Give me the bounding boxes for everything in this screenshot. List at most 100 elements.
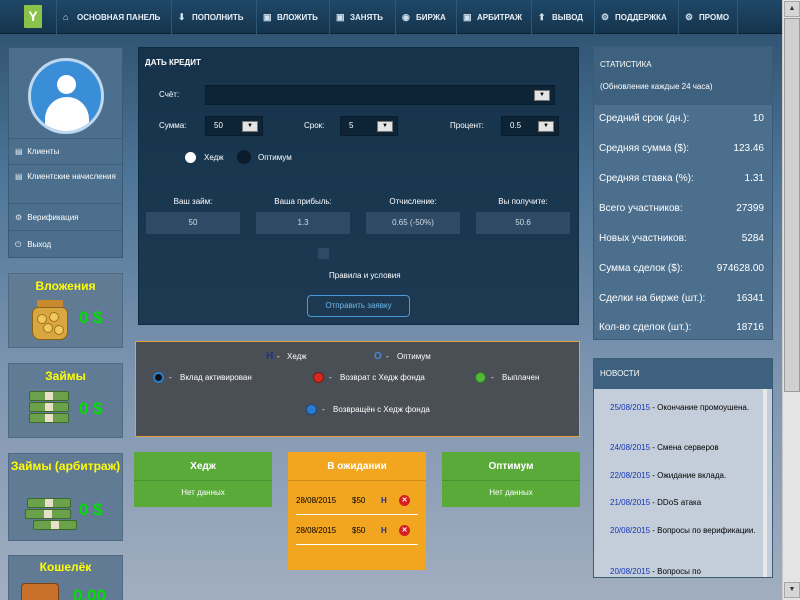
terms-checkbox[interactable] bbox=[317, 247, 330, 260]
stat-row: Новых участников: 5284 bbox=[599, 233, 764, 244]
scroll-down-arrow-icon[interactable]: ▼ bbox=[784, 582, 800, 598]
loans-box[interactable]: Займы 0 $ bbox=[8, 363, 123, 438]
pending-column: В ожидании 28/08/2015 $50 H ✕ 28/08/2015… bbox=[288, 452, 426, 570]
hedge-mark: H bbox=[266, 351, 274, 362]
account-label: Счёт: bbox=[159, 90, 180, 99]
user-head-icon bbox=[57, 75, 76, 94]
loans-arbitrage-box[interactable]: Займы (арбитраж) 0 $ bbox=[8, 453, 123, 541]
nav-borrow[interactable]: ▣ ЗАНЯТЬ bbox=[329, 0, 383, 34]
loan-value: 50 bbox=[146, 212, 240, 234]
paid-icon bbox=[475, 372, 486, 383]
term-select[interactable]: 5 ▼ bbox=[340, 116, 398, 136]
chevron-down-icon[interactable]: ▼ bbox=[538, 121, 554, 132]
hedge-column-title: Хедж bbox=[134, 452, 272, 481]
legend-panel: H - Хедж O - Оптимум - Вклад активирован… bbox=[135, 341, 580, 437]
stat-row: Средний срок (дн.): 10 bbox=[599, 113, 764, 124]
term-label: Срок: bbox=[304, 121, 325, 130]
home-icon: ⌂ bbox=[63, 12, 69, 22]
news-item[interactable]: 20/08/2015 - Вопросы по bbox=[610, 565, 760, 577]
legend-returned: Возвращён с Хедж фонда bbox=[333, 405, 430, 414]
profit-label: Ваша прибыль: bbox=[274, 197, 332, 206]
stat-row: Средняя сумма ($): 123.46 bbox=[599, 143, 764, 154]
nav-exchange[interactable]: ◉ БИРЖА bbox=[395, 0, 446, 34]
sum-select[interactable]: 50 ▼ bbox=[205, 116, 263, 136]
legend-paid: Выплачен bbox=[502, 373, 540, 382]
globe-icon: ◉ bbox=[402, 12, 410, 22]
chart-icon: ▤ bbox=[15, 172, 23, 181]
user-body-icon bbox=[45, 97, 89, 131]
radio-hedge[interactable] bbox=[185, 152, 196, 163]
stat-row: Кол-во сделок (шт.): 18716 bbox=[599, 322, 764, 333]
submit-request-button[interactable]: Отправить заявку bbox=[307, 295, 410, 317]
account-select[interactable]: ▼ bbox=[205, 85, 555, 105]
page-scrollbar[interactable]: ▲ ▼ bbox=[782, 0, 800, 600]
legend-activated: Вклад активирован bbox=[180, 373, 252, 382]
news-item[interactable]: 22/08/2015 - Ожидание вклада. bbox=[610, 469, 760, 482]
wallet-box[interactable]: Кошелёк 0.00 bbox=[8, 555, 123, 600]
loans-amount: 0 $ bbox=[79, 399, 103, 418]
terms-link[interactable]: Правила и условия bbox=[329, 271, 401, 280]
gears-icon: ⚙ bbox=[601, 12, 610, 22]
receive-value: 50.6 bbox=[476, 212, 570, 234]
chevron-down-icon[interactable]: ▼ bbox=[242, 121, 258, 132]
wallet-title: Кошелёк bbox=[39, 560, 92, 574]
nav-main-panel[interactable]: ⌂ ОСНОВНАЯ ПАНЕЛЬ bbox=[56, 0, 160, 34]
optimum-empty: Нет данных bbox=[489, 488, 533, 497]
loans-arbitrage-amount: 0 $ bbox=[79, 500, 103, 519]
top-navigation: Y ⌂ ОСНОВНАЯ ПАНЕЛЬ ⬇ ПОПОЛНИТЬ ▣ ВЛОЖИТЬ ▣… bbox=[0, 0, 782, 34]
loans-arbitrage-title: Займы (арбитраж) bbox=[10, 459, 121, 473]
pending-deal-row[interactable]: 28/08/2015 $50 H ✕ bbox=[296, 517, 418, 545]
scroll-thumb[interactable] bbox=[784, 18, 800, 392]
cancel-icon[interactable]: ✕ bbox=[399, 495, 410, 506]
cancel-icon[interactable]: ✕ bbox=[399, 525, 410, 536]
panel-title: ДАТЬ КРЕДИТ bbox=[145, 58, 201, 67]
nav-support[interactable]: ⚙ ПОДДЕРЖКА bbox=[594, 0, 667, 34]
nav-promo[interactable]: ⚙ ПРОМО bbox=[678, 0, 739, 34]
stat-row: Сделки на бирже (шт.): 16341 bbox=[599, 293, 764, 304]
logo[interactable]: Y bbox=[24, 5, 42, 28]
avatar[interactable] bbox=[28, 58, 104, 134]
deduction-label: Отчисление: bbox=[389, 197, 437, 206]
chart-icon: ▤ bbox=[15, 147, 23, 156]
statistics-panel: СТАТИСТИКА (Обновление каждые 24 часа) С… bbox=[593, 46, 773, 340]
stat-row: Сумма сделок ($): 974628.00 bbox=[599, 263, 764, 274]
money-icon: ▣ bbox=[263, 12, 272, 22]
deduction-value: 0.65 (-50%) bbox=[366, 212, 460, 234]
investments-title: Вложения bbox=[35, 279, 96, 293]
percent-select[interactable]: 0.5 ▼ bbox=[501, 116, 559, 136]
sidebar-item-verification[interactable]: ⚙ Верификация bbox=[9, 203, 122, 230]
optimum-column-title: Оптимум bbox=[442, 452, 580, 481]
hedge-return-icon bbox=[313, 372, 324, 383]
chevron-down-icon[interactable]: ▼ bbox=[377, 121, 393, 132]
news-panel: НОВОСТИ 25/08/2015 - Окончание промоушен… bbox=[593, 358, 773, 578]
loan-label: Ваш займ: bbox=[173, 197, 213, 206]
download-icon: ⬇ bbox=[178, 12, 186, 22]
nav-invest[interactable]: ▣ ВЛОЖИТЬ bbox=[256, 0, 318, 34]
news-item[interactable]: 25/08/2015 - Окончание промоушена. bbox=[610, 401, 760, 414]
profit-value: 1.3 bbox=[256, 212, 350, 234]
news-list[interactable]: 25/08/2015 - Окончание промоушена. 24/08… bbox=[594, 389, 772, 577]
statistics-subtitle: (Обновление каждые 24 часа) bbox=[600, 82, 713, 91]
news-item[interactable]: 20/08/2015 - Вопросы по верификации. bbox=[610, 524, 760, 537]
nav-withdraw[interactable]: ⬆ ВЫВОД bbox=[531, 0, 583, 34]
investments-box[interactable]: Вложения 0 $ bbox=[8, 273, 123, 348]
loans-title: Займы bbox=[45, 369, 86, 383]
statistics-title: СТАТИСТИКА bbox=[600, 60, 652, 69]
nav-arbitrage[interactable]: ▣ АРБИТРАЖ bbox=[456, 0, 522, 34]
sidebar-item-clients[interactable]: ▤ Клиенты bbox=[9, 138, 122, 164]
upload-icon: ⬆ bbox=[538, 12, 546, 22]
news-item[interactable]: 24/08/2015 - Смена серверов bbox=[610, 441, 760, 454]
chevron-down-icon[interactable]: ▼ bbox=[534, 90, 550, 101]
radio-optimum[interactable] bbox=[237, 150, 251, 164]
hedge-empty: Нет данных bbox=[181, 488, 225, 497]
sidebar-item-logout[interactable]: ⏻ Выход bbox=[9, 230, 122, 257]
nav-deposit[interactable]: ⬇ ПОПОЛНИТЬ bbox=[171, 0, 244, 34]
sidebar-item-client-accruals[interactable]: ▤ Клиентские начисления bbox=[9, 164, 122, 203]
radio-optimum-label: Оптимум bbox=[258, 153, 292, 162]
news-item[interactable]: 21/08/2015 - DDoS атака bbox=[610, 496, 760, 509]
scroll-up-arrow-icon[interactable]: ▲ bbox=[784, 1, 800, 17]
legend-hedge-return: Возврат с Хедж фонда bbox=[340, 373, 425, 382]
radio-hedge-label: Хедж bbox=[204, 153, 224, 162]
pending-deal-row[interactable]: 28/08/2015 $50 H ✕ bbox=[296, 487, 418, 515]
news-scrollbar[interactable] bbox=[763, 389, 767, 577]
